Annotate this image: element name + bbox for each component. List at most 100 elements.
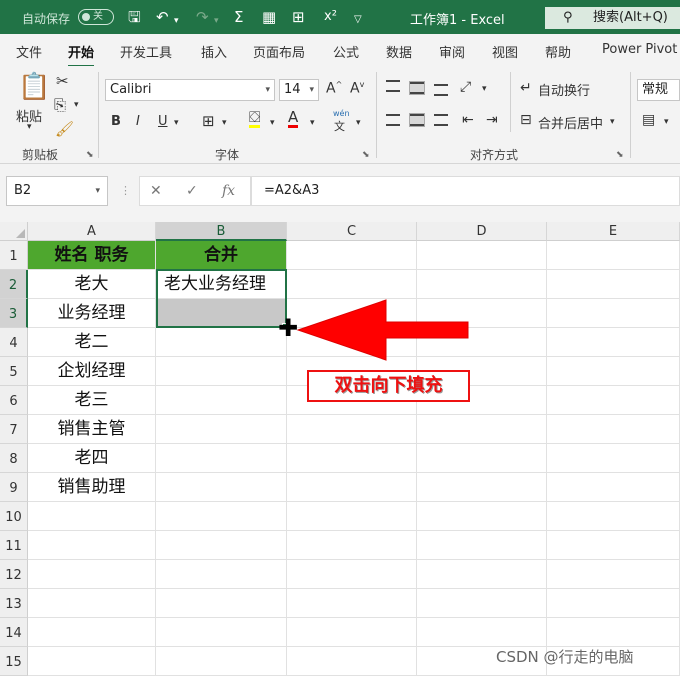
cell-a15[interactable] (28, 647, 156, 676)
cell-e5[interactable] (547, 357, 680, 386)
cell-b13[interactable] (156, 589, 287, 618)
borders-icon[interactable]: ⊞ (202, 112, 215, 130)
tab-help[interactable]: 帮助 (545, 42, 571, 61)
row-header-8[interactable]: 8 (0, 444, 28, 473)
cell-d11[interactable] (417, 531, 547, 560)
orientation-dropdown-icon[interactable]: ▾ (482, 84, 487, 94)
cell-b4[interactable] (156, 328, 287, 357)
clipboard-launcher-icon[interactable]: ⬊ (86, 150, 94, 160)
cell-c10[interactable] (287, 502, 417, 531)
cell-a14[interactable] (28, 618, 156, 647)
tab-data[interactable]: 数据 (386, 42, 412, 61)
bottom-align-icon[interactable] (434, 84, 448, 96)
cut-icon[interactable]: ✂ (56, 72, 69, 90)
cell-a3[interactable]: 业务经理 (28, 299, 156, 328)
underline-icon[interactable]: U (158, 114, 168, 129)
increase-indent-icon[interactable]: ⇥ (486, 112, 498, 128)
cell-a10[interactable] (28, 502, 156, 531)
row-header-5[interactable]: 5 (0, 357, 28, 386)
tab-formulas[interactable]: 公式 (333, 42, 359, 61)
row-header-15[interactable]: 15 (0, 647, 28, 676)
column-header-d[interactable]: D (417, 222, 547, 241)
fill-color-dropdown-icon[interactable]: ▾ (270, 118, 275, 128)
copy-dropdown-icon[interactable]: ▾ (74, 100, 79, 110)
tab-view[interactable]: 视图 (492, 42, 518, 61)
cell-c7[interactable] (287, 415, 417, 444)
formula-input[interactable]: =A2&A3 (251, 176, 680, 206)
cell-b12[interactable] (156, 560, 287, 589)
font-color-icon[interactable]: A (288, 110, 299, 128)
cell-b10[interactable] (156, 502, 287, 531)
cell-a5[interactable]: 企划经理 (28, 357, 156, 386)
top-align-icon[interactable] (386, 80, 400, 92)
cell-e11[interactable] (547, 531, 680, 560)
cell-e4[interactable] (547, 328, 680, 357)
cell-c2[interactable] (287, 270, 417, 299)
cell-e9[interactable] (547, 473, 680, 502)
tab-review[interactable]: 审阅 (439, 42, 465, 61)
cell-a13[interactable] (28, 589, 156, 618)
tab-file[interactable]: 文件 (16, 42, 42, 61)
orientation-icon[interactable]: ⤢ (460, 79, 471, 95)
cell-e1[interactable] (547, 241, 680, 270)
cell-d9[interactable] (417, 473, 547, 502)
cell-b9[interactable] (156, 473, 287, 502)
font-launcher-icon[interactable]: ⬊ (362, 150, 370, 160)
save-icon[interactable]: 🖫 (128, 8, 141, 26)
row-header-9[interactable]: 9 (0, 473, 28, 502)
cell-c12[interactable] (287, 560, 417, 589)
row-header-2[interactable]: 2 (0, 270, 28, 299)
font-name-box[interactable]: Calibri ▾ (105, 79, 275, 101)
cell-e3[interactable] (547, 299, 680, 328)
alignment-launcher-icon[interactable]: ⬊ (616, 150, 624, 160)
middle-align-icon[interactable] (409, 81, 425, 95)
cancel-icon[interactable]: ✕ (150, 183, 162, 199)
row-header-1[interactable]: 1 (0, 241, 28, 270)
cell-a6[interactable]: 老三 (28, 386, 156, 415)
font-size-dropdown-icon[interactable]: ▾ (309, 80, 314, 100)
cell-c1[interactable] (287, 241, 417, 270)
cell-c11[interactable] (287, 531, 417, 560)
cell-e8[interactable] (547, 444, 680, 473)
row-header-14[interactable]: 14 (0, 618, 28, 647)
number-format-box[interactable]: 常规 (637, 79, 680, 101)
row-header-3[interactable]: 3 (0, 299, 28, 328)
search-box[interactable]: ⚲ 搜索(Alt+Q) (545, 7, 680, 29)
cell-a4[interactable]: 老二 (28, 328, 156, 357)
italic-icon[interactable]: I (136, 114, 140, 129)
column-header-e[interactable]: E (547, 222, 680, 241)
phonetic-icon[interactable]: 文 (334, 118, 345, 134)
tab-power-pivot[interactable]: Power Pivot (602, 42, 677, 57)
cell-c8[interactable] (287, 444, 417, 473)
row-header-4[interactable]: 4 (0, 328, 28, 357)
undo-icon[interactable]: ↶ (156, 8, 169, 26)
table-icon[interactable]: ⊞ (292, 8, 305, 26)
cell-a2[interactable]: 老大 (28, 270, 156, 299)
cell-b14[interactable] (156, 618, 287, 647)
cell-c14[interactable] (287, 618, 417, 647)
name-box[interactable]: B2 ▾ (6, 176, 108, 206)
cell-c13[interactable] (287, 589, 417, 618)
cell-c9[interactable] (287, 473, 417, 502)
cell-e2[interactable] (547, 270, 680, 299)
underline-dropdown-icon[interactable]: ▾ (174, 118, 179, 128)
paste-icon[interactable]: 📋 (18, 72, 50, 102)
row-header-13[interactable]: 13 (0, 589, 28, 618)
wrap-text-label[interactable]: 自动换行 (538, 80, 590, 99)
fill-color-icon[interactable]: ⛋ (249, 110, 261, 128)
row-header-10[interactable]: 10 (0, 502, 28, 531)
align-left-icon[interactable] (386, 114, 400, 126)
align-center-icon[interactable] (409, 113, 425, 127)
borders-dropdown-icon[interactable]: ▾ (222, 118, 227, 128)
autosave-toggle[interactable]: 关 (78, 9, 114, 25)
cell-e13[interactable] (547, 589, 680, 618)
column-header-b[interactable]: B (156, 222, 287, 241)
superscript-icon[interactable]: x² (324, 8, 337, 26)
cell-e7[interactable] (547, 415, 680, 444)
column-header-a[interactable]: A (28, 222, 156, 241)
cell-b7[interactable] (156, 415, 287, 444)
increase-font-icon[interactable]: A^ (326, 80, 342, 97)
cell-a7[interactable]: 销售主管 (28, 415, 156, 444)
row-header-12[interactable]: 12 (0, 560, 28, 589)
cell-b3[interactable] (156, 299, 287, 328)
